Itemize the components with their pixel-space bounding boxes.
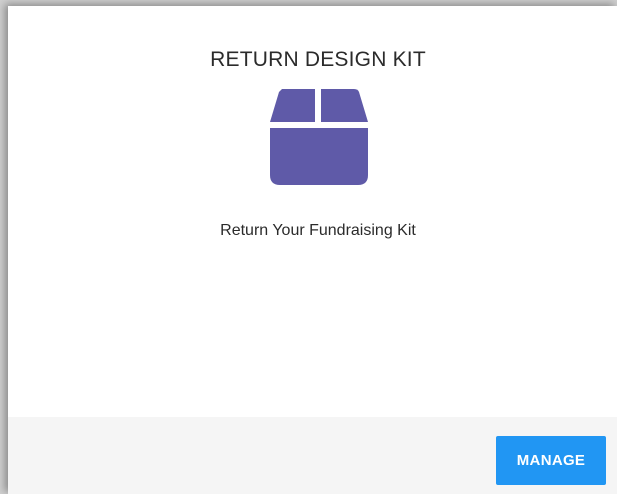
screenshot-frame: RETURN DESIGN KIT Return Your Fundraisin… [0,0,617,494]
card-title: RETURN DESIGN KIT [210,48,426,71]
card-footer: MANAGE [8,417,617,494]
manage-button[interactable]: MANAGE [496,436,606,485]
card-description: Return Your Fundraising Kit [220,222,416,239]
box-icon [270,89,368,185]
kit-card: RETURN DESIGN KIT Return Your Fundraisin… [8,6,617,494]
